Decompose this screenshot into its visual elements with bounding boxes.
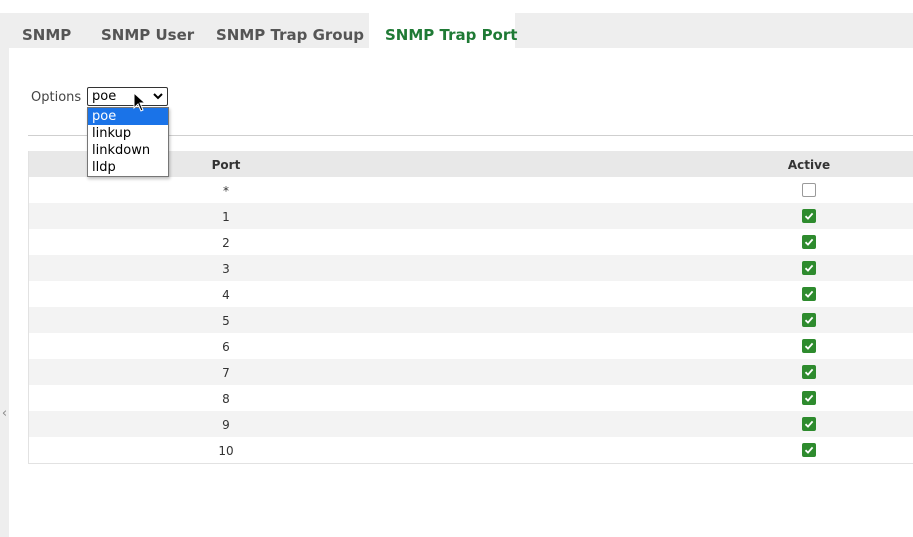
dropdown-option-lldp[interactable]: lldp [88,159,168,176]
table-row: 1 [29,203,913,229]
top-strip [0,0,913,13]
options-select-value: poe [92,89,117,104]
port-cell: 8 [222,392,230,406]
check-icon [804,238,814,246]
chevron-left-icon[interactable]: ‹ [0,405,9,423]
tab-bar: SNMP SNMP User SNMP Trap Group SNMP Trap… [0,13,913,48]
check-icon [804,394,814,402]
port-cell: * [223,184,229,198]
check-icon [804,212,814,220]
active-checkbox[interactable] [802,209,816,223]
port-cell: 7 [222,366,230,380]
active-checkbox[interactable] [802,313,816,327]
tab-snmp[interactable]: SNMP [6,13,87,48]
port-cell: 6 [222,340,230,354]
port-cell: 9 [222,418,230,432]
check-icon [804,316,814,324]
active-checkbox[interactable] [802,339,816,353]
table-row: 3 [29,255,913,281]
content-panel: Options poe poe linkup linkdown lldp Por… [9,48,913,537]
dropdown-option-linkup[interactable]: linkup [88,125,168,142]
check-icon [804,264,814,272]
tab-snmp-trap-group[interactable]: SNMP Trap Group [200,13,380,48]
dropdown-option-poe[interactable]: poe [88,108,168,125]
tab-snmp-trap-port[interactable]: SNMP Trap Port [369,13,517,48]
table-row: 2 [29,229,913,255]
trap-port-table: Port Active * 1 2 3 4 5 6 7 8 9 10 [28,151,913,464]
table-row: 5 [29,307,913,333]
table-row: 7 [29,359,913,385]
table-row: 9 [29,411,913,437]
port-cell: 10 [218,444,234,458]
table-row: 6 [29,333,913,359]
table-row: * [29,177,913,203]
header-active: Active [787,158,831,172]
active-checkbox[interactable] [802,365,816,379]
active-checkbox[interactable] [802,235,816,249]
options-dropdown-list: poe linkup linkdown lldp [87,107,169,177]
check-icon [804,420,814,428]
active-checkbox[interactable] [802,391,816,405]
check-icon [804,446,814,454]
active-checkbox[interactable] [802,443,816,457]
options-label: Options [31,90,82,105]
check-icon [804,290,814,298]
table-row: 4 [29,281,913,307]
table-row: 10 [29,437,913,463]
check-icon [804,342,814,350]
dropdown-option-linkdown[interactable]: linkdown [88,142,168,159]
options-select[interactable]: poe [87,87,168,106]
mouse-pointer-icon [133,92,147,112]
port-cell: 1 [222,210,230,224]
port-cell: 2 [222,236,230,250]
port-cell: 4 [222,288,230,302]
table-row: 8 [29,385,913,411]
active-checkbox[interactable] [802,261,816,275]
check-icon [804,368,814,376]
tab-snmp-user[interactable]: SNMP User [85,13,210,48]
active-checkbox[interactable] [802,417,816,431]
active-checkbox[interactable] [802,183,816,197]
active-checkbox[interactable] [802,287,816,301]
port-cell: 5 [222,314,230,328]
chevron-down-icon [153,93,163,100]
port-cell: 3 [222,262,230,276]
